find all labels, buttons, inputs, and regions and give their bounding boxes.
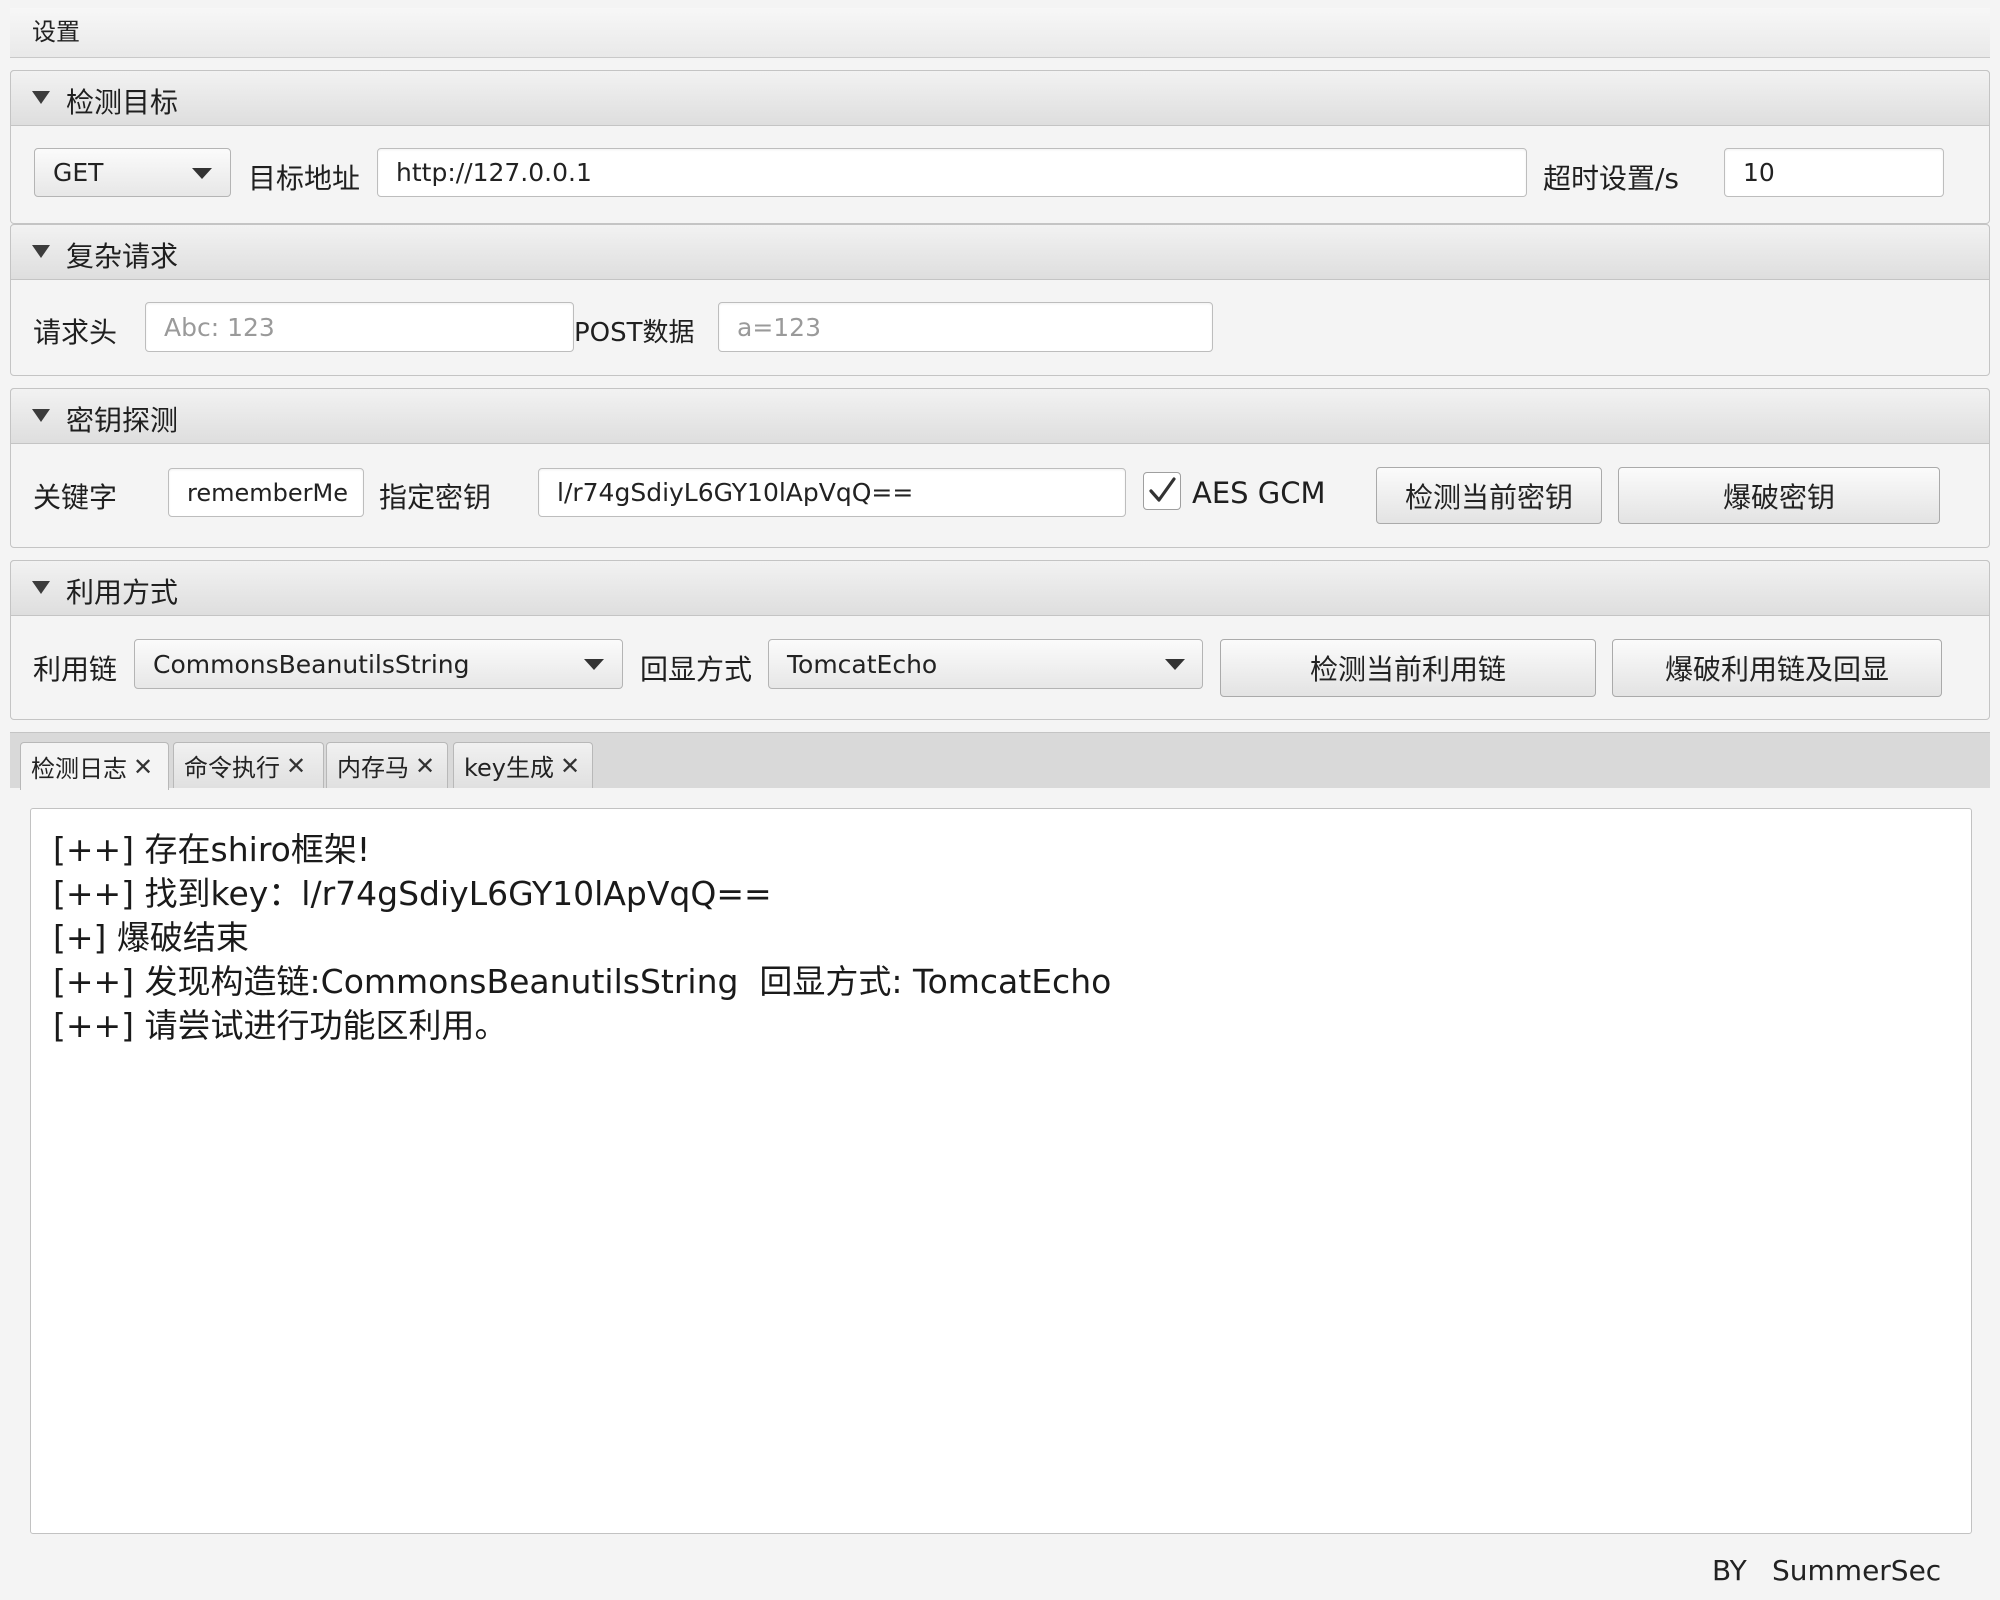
collapse-arrow-icon[interactable]: [32, 581, 50, 594]
header-label: 请求头: [33, 316, 118, 349]
close-icon[interactable]: ✕: [286, 752, 306, 780]
timeout-label: 超时设置/s: [1543, 162, 1680, 195]
tab-label: key生成: [464, 754, 555, 782]
keyword-input[interactable]: rememberMe: [168, 468, 364, 517]
tab-label: 命令执行: [184, 754, 280, 782]
footer-author: SummerSec: [1772, 1554, 1942, 1587]
key-pane-header[interactable]: [10, 388, 1990, 444]
chevron-down-icon: [584, 659, 604, 670]
check-chain-button[interactable]: 检测当前利用链: [1220, 639, 1596, 697]
footer-by: BY: [1712, 1554, 1747, 1587]
log-line: [++] 找到key：l/r74gSdiyL6GY10lApVqQ==: [53, 874, 772, 913]
target-pane-header[interactable]: [10, 70, 1990, 126]
menu-bar: [10, 8, 1990, 58]
keyword-label: 关键字: [33, 481, 118, 514]
log-line: [++] 发现构造链:CommonsBeanutilsString 回显方式: …: [53, 962, 1112, 1001]
log-output[interactable]: [++] 存在shiro框架! [++] 找到key：l/r74gSdiyL6G…: [30, 808, 1972, 1534]
timeout-input[interactable]: 10: [1724, 148, 1944, 197]
specify-key-label: 指定密钥: [379, 481, 492, 514]
tab-label: 内存马: [337, 754, 409, 782]
collapse-arrow-icon[interactable]: [32, 245, 50, 258]
post-data-input[interactable]: a=123: [718, 302, 1213, 352]
url-input[interactable]: http://127.0.0.1: [377, 148, 1527, 197]
header-input[interactable]: Abc: 123: [145, 302, 574, 352]
echo-label: 回显方式: [640, 653, 753, 686]
complex-pane-title: 复杂请求: [66, 240, 179, 273]
collapse-arrow-icon[interactable]: [32, 91, 50, 104]
checkmark-icon: [1149, 477, 1176, 502]
tab-key-gen[interactable]: key生成 ✕: [453, 742, 593, 788]
key-pane-title: 密钥探测: [66, 404, 179, 437]
log-line: [++] 请尝试进行功能区利用。: [53, 1006, 508, 1045]
collapse-arrow-icon[interactable]: [32, 409, 50, 422]
echo-select-value: TomcatEcho: [787, 649, 938, 679]
chevron-down-icon: [192, 168, 212, 179]
close-icon[interactable]: ✕: [415, 752, 435, 780]
tab-command-exec[interactable]: 命令执行 ✕: [173, 742, 324, 788]
exploit-pane-header[interactable]: [10, 560, 1990, 616]
close-icon[interactable]: ✕: [133, 753, 153, 781]
url-label: 目标地址: [248, 162, 361, 195]
echo-select[interactable]: TomcatEcho: [768, 639, 1203, 689]
brute-chain-button[interactable]: 爆破利用链及回显: [1612, 639, 1942, 697]
chain-select-value: CommonsBeanutilsString: [153, 649, 470, 679]
log-line: [+] 爆破结束: [53, 918, 249, 957]
aes-gcm-label[interactable]: AES GCM: [1192, 476, 1326, 510]
specify-key-input[interactable]: l/r74gSdiyL6GY10lApVqQ==: [538, 468, 1126, 517]
method-select[interactable]: GET: [34, 148, 231, 197]
log-line: [++] 存在shiro框架!: [53, 830, 371, 869]
post-label: POST数据: [574, 318, 695, 348]
method-select-value: GET: [53, 158, 104, 187]
chevron-down-icon: [1165, 659, 1185, 670]
menu-settings[interactable]: 设置: [32, 12, 80, 47]
chain-label: 利用链: [33, 653, 118, 686]
complex-pane-header[interactable]: [10, 224, 1990, 280]
close-icon[interactable]: ✕: [560, 752, 580, 780]
tab-memshell[interactable]: 内存马 ✕: [326, 742, 448, 788]
brute-key-button[interactable]: 爆破密钥: [1618, 467, 1940, 524]
tab-detect-log[interactable]: 检测日志 ✕: [20, 742, 169, 790]
target-pane-title: 检测目标: [66, 86, 179, 119]
check-key-button[interactable]: 检测当前密钥: [1376, 467, 1602, 524]
aes-gcm-checkbox[interactable]: [1143, 472, 1181, 510]
chain-select[interactable]: CommonsBeanutilsString: [134, 639, 623, 689]
exploit-pane-title: 利用方式: [66, 576, 179, 609]
tab-label: 检测日志: [31, 755, 127, 783]
